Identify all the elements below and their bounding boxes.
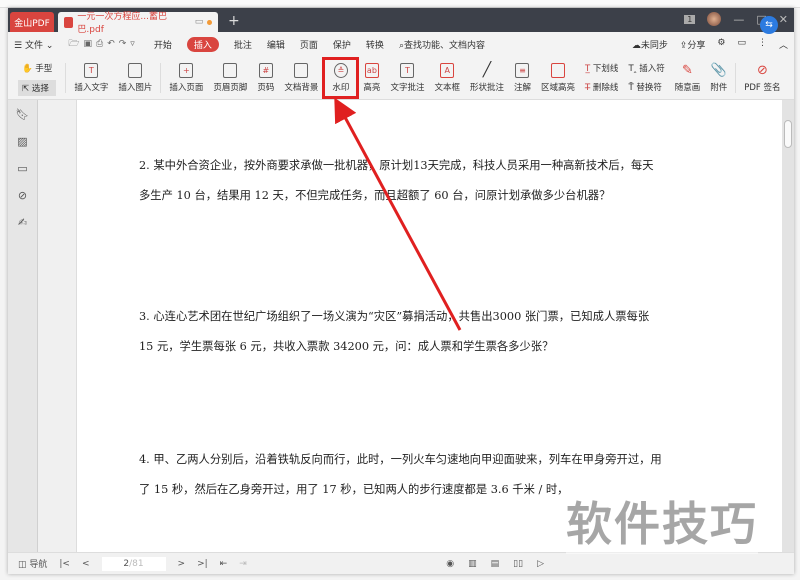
pdf-icon — [64, 16, 74, 28]
avatar[interactable] — [707, 12, 722, 26]
watermark-button[interactable]: ≙ 水印 — [322, 56, 360, 99]
left-sidebar: 🔖︎ ▨ ▭ ⊘ ✍ — [8, 100, 38, 552]
tab-home[interactable]: 金山PDF — [10, 12, 54, 32]
watermark-icon: ≙ — [333, 62, 348, 78]
tab-edit[interactable]: 编辑 — [267, 38, 285, 51]
hand-tool[interactable]: ✋ 手型 — [18, 60, 56, 76]
title-bar: 金山PDF 一元一次方程应...蓄巴巴.pdf ▭ + 1 — □ ✕ — [8, 8, 794, 35]
last-page-button[interactable]: >| — [197, 559, 208, 569]
new-tab-button[interactable]: + — [228, 13, 240, 29]
file-menu[interactable]: ☰ 文件 ⌄ — [14, 38, 53, 51]
status-bar: ◫ 导航 |< < 2/81 > >| ⇤ ⇥ ◉ ▥ ▤ ▯▯ ▷ — [8, 552, 794, 574]
highlight-button[interactable]: ab 高亮 — [358, 58, 385, 98]
unsaved-dot-icon — [207, 19, 212, 25]
note-button[interactable]: ≡ 注解 — [509, 58, 536, 98]
question-3: 3. 心连心艺术团在世纪广场组织了一场义演为“灾区”募捐活动，共售出3000 张… — [139, 310, 650, 353]
search-function[interactable]: ⌕查找功能、文档内容 — [399, 38, 485, 51]
text-comment-button[interactable]: T 文字批注 — [385, 58, 429, 98]
strikethrough-button[interactable]: T̶ 删除线 — [585, 81, 618, 93]
settings-icon[interactable]: ⚙ — [717, 38, 725, 51]
tab-document-label: 一元一次方程应...蓄巴巴.pdf — [77, 12, 168, 35]
tab-insert[interactable]: 插入 — [186, 36, 219, 52]
shape-comment-button[interactable]: ╱ 形状批注 — [465, 58, 509, 98]
line-icon: ╱ — [482, 62, 492, 78]
ribbon-toolbar: ✋ 手型 ⇱ 选择 T 插入文字 插入图片 + 插入页面 页眉页脚 # 页码 文档背景… — [8, 56, 794, 100]
text-comment-icon: T — [400, 62, 415, 78]
insert-mark-button[interactable]: T‸ 插入符 — [628, 62, 664, 74]
insert-image-button[interactable]: 插入图片 — [113, 58, 157, 98]
page-number-button[interactable]: # 页码 — [252, 58, 279, 98]
two-page-icon[interactable]: ▯▯ — [513, 559, 523, 569]
attachment-panel-icon[interactable]: ⊘ — [18, 189, 27, 202]
paperclip-icon: 📎 — [710, 62, 727, 78]
tab-protect[interactable]: 保护 — [333, 38, 351, 51]
pen-icon: ✎ — [682, 62, 693, 78]
background-button[interactable]: 文档背景 — [279, 58, 323, 98]
signature-panel-icon[interactable]: ✍ — [18, 216, 27, 229]
scrollbar[interactable] — [782, 100, 794, 552]
eye-protect-icon[interactable]: ◉ — [446, 559, 454, 569]
pdf-sign-button[interactable]: ⊘ PDF 签名 — [739, 58, 785, 98]
single-page-icon[interactable]: ▤ — [491, 559, 500, 569]
monitor-icon[interactable]: ▭ — [195, 17, 204, 27]
image-icon — [128, 62, 143, 78]
navigation-button[interactable]: ◫ 导航 — [18, 557, 47, 570]
highlight-icon: ab — [364, 62, 379, 78]
thumbnail-icon[interactable]: ▨ — [17, 135, 27, 148]
select-tool[interactable]: ⇱ 选择 — [18, 79, 57, 96]
prev-page-button[interactable]: < — [82, 559, 90, 569]
note-icon: ≡ — [515, 62, 530, 78]
back-icon[interactable]: ⇤ — [220, 559, 228, 569]
sync-button[interactable]: ☁未同步 — [632, 38, 668, 51]
tab-page[interactable]: 页面 — [300, 38, 318, 51]
scrollbar-thumb[interactable] — [784, 120, 792, 148]
tab-convert[interactable]: 转换 — [366, 38, 384, 51]
insert-page-button[interactable]: + 插入页面 — [164, 58, 208, 98]
window-count-badge: 1 — [684, 14, 696, 24]
attachment-button[interactable]: 📎 附件 — [705, 58, 732, 98]
question-2: 2. 某中外合资企业，按外商要求承做一批机器，原计划13天完成，科技人员采用一种… — [139, 159, 654, 202]
freehand-button[interactable]: ✎ 随意画 — [670, 58, 706, 98]
floating-tool-button[interactable]: ⇆ — [760, 16, 778, 34]
textbox-button[interactable]: A 文本框 — [429, 58, 465, 98]
quick-access[interactable]: 🗁▣⎙↶↷▿ — [68, 36, 138, 52]
tab-annotate[interactable]: 批注 — [234, 38, 252, 51]
textbox-icon: A — [440, 62, 455, 78]
close-icon[interactable]: ✕ — [779, 13, 788, 26]
area-highlight-icon — [551, 62, 565, 78]
sign-icon: ⊘ — [756, 62, 768, 78]
area-highlight-button[interactable]: 区域高亮 — [536, 58, 580, 98]
forward-icon[interactable]: ⇥ — [239, 559, 247, 569]
comment-icon[interactable]: ▭ — [737, 38, 746, 51]
menu-bar: ☰ 文件 ⌄ 🗁▣⎙↶↷▿ 开始 插入 批注 编辑 页面 保护 转换 ⌕查找功能… — [8, 32, 794, 56]
add-page-icon: + — [179, 62, 194, 78]
first-page-button[interactable]: |< — [59, 559, 70, 569]
insert-text-button[interactable]: T 插入文字 — [69, 58, 113, 98]
bookmark-icon[interactable]: 🔖︎ — [16, 108, 30, 121]
play-icon[interactable]: ▷ — [537, 559, 544, 569]
page-number-icon: # — [258, 62, 273, 78]
background-window — [0, 0, 800, 8]
collapse-icon[interactable]: ︿ — [779, 38, 788, 51]
comment-panel-icon[interactable]: ▭ — [17, 162, 27, 175]
more-icon[interactable]: ⋮ — [758, 38, 767, 51]
header-footer-button[interactable]: 页眉页脚 — [208, 58, 252, 98]
next-page-button[interactable]: > — [178, 559, 186, 569]
minimize-icon[interactable]: — — [733, 13, 744, 26]
tab-start[interactable]: 开始 — [154, 38, 172, 51]
tab-document[interactable]: 一元一次方程应...蓄巴巴.pdf ▭ — [58, 12, 218, 35]
share-button[interactable]: ⇪分享 — [680, 38, 706, 51]
underline-button[interactable]: T̲ 下划线 — [585, 62, 618, 74]
watermark-text: 软件技巧 — [566, 488, 758, 554]
page-number-input[interactable]: 2/81 — [101, 556, 166, 571]
background-icon — [294, 62, 309, 78]
replace-mark-button[interactable]: T̃ 替换符 — [628, 81, 664, 93]
continuous-view-icon[interactable]: ▥ — [468, 559, 477, 569]
document-page: 2. 某中外合资企业，按外商要求承做一批机器，原计划13天完成，科技人员采用一种… — [77, 100, 782, 552]
text-icon: T — [84, 62, 99, 78]
header-footer-icon — [223, 62, 238, 78]
